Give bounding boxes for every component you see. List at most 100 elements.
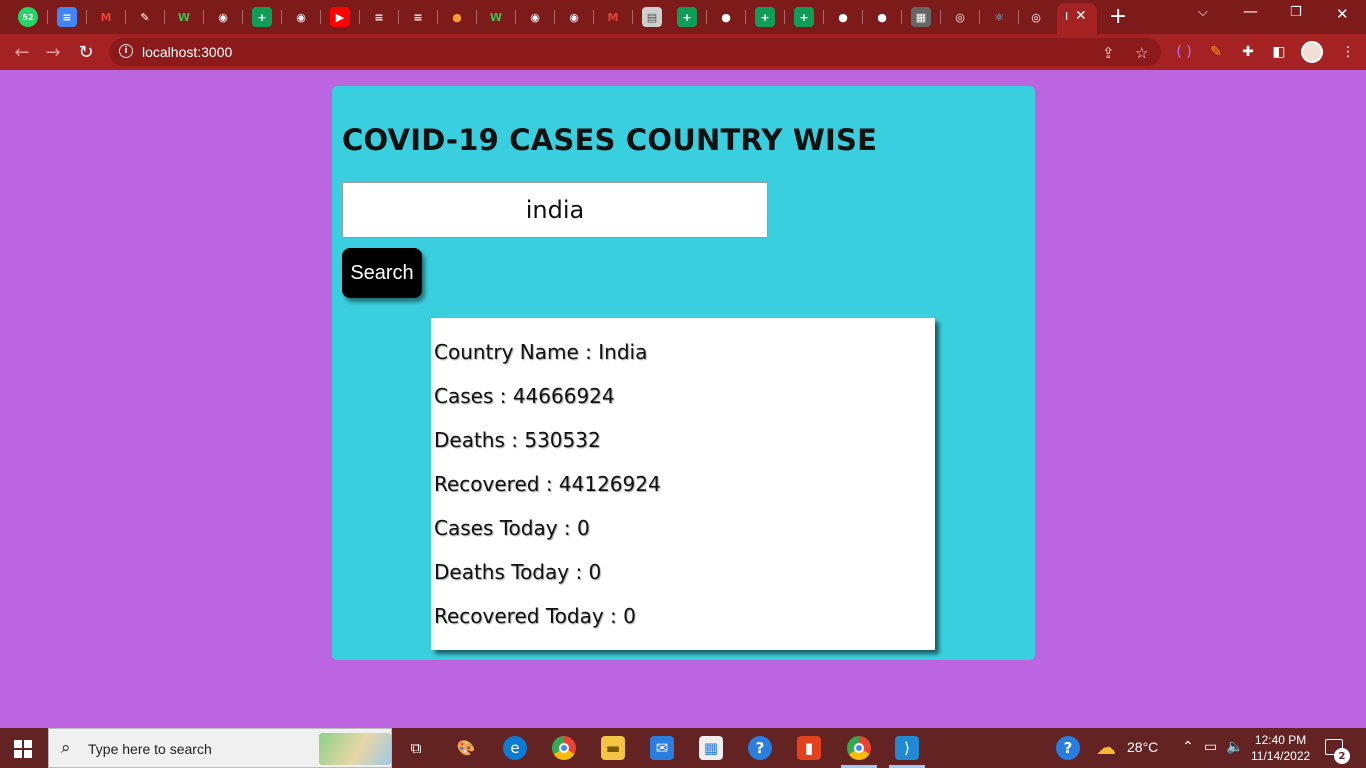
- bars-icon[interactable]: ≡: [369, 7, 389, 27]
- youtube-icon[interactable]: ▶: [330, 7, 350, 27]
- result-cases: Cases : 44666924: [434, 384, 615, 408]
- mail-icon[interactable]: ✉: [650, 736, 674, 760]
- clock-time: 12:40 PM: [1254, 733, 1307, 747]
- tab-separator: [979, 10, 980, 24]
- volume-icon[interactable]: 🔈: [1226, 739, 1243, 755]
- result-recovered: Recovered : 44126924: [434, 472, 661, 496]
- search-highlight-illustration: [319, 733, 391, 765]
- vscode-icon[interactable]: ⟩: [895, 736, 919, 760]
- whatsapp-icon[interactable]: 52: [18, 7, 38, 27]
- search-icon: ⌕: [61, 738, 71, 758]
- sheets-icon[interactable]: +: [794, 7, 814, 27]
- tab-separator: [745, 10, 746, 24]
- tab-separator: [1018, 10, 1019, 24]
- active-tab-label: I: [1065, 10, 1069, 23]
- reload-icon[interactable]: ↻: [74, 40, 98, 64]
- tab-search-icon[interactable]: ⌵: [1198, 5, 1208, 20]
- weather-temperature[interactable]: 28°C: [1127, 739, 1158, 755]
- sheets-icon[interactable]: +: [252, 7, 272, 27]
- tab-separator: [164, 10, 165, 24]
- battery-icon[interactable]: ▭: [1204, 739, 1217, 755]
- clock-date: 11/14/2022: [1251, 749, 1311, 763]
- menu-dots-icon[interactable]: ⋮: [1339, 43, 1357, 61]
- result-recovered-today: Recovered Today : 0: [434, 604, 636, 628]
- show-hidden-icons-chevron-icon[interactable]: ⌃: [1182, 739, 1194, 755]
- taskbar-search-placeholder: Type here to search: [88, 741, 212, 757]
- gmail-icon[interactable]: M: [96, 7, 116, 27]
- react-icon[interactable]: ⚛: [989, 7, 1009, 27]
- extension-bracket-icon[interactable]: ( ): [1175, 43, 1193, 61]
- extensions-puzzle-icon[interactable]: ✚: [1239, 43, 1257, 61]
- office-icon[interactable]: ▮: [797, 736, 821, 760]
- chip-icon[interactable]: ▦: [911, 7, 931, 27]
- tab-separator: [320, 10, 321, 24]
- gmail-icon[interactable]: M: [603, 7, 623, 27]
- fire-icon[interactable]: ●: [447, 7, 467, 27]
- results-panel: Country Name : India Cases : 44666924 De…: [431, 318, 935, 650]
- search-button[interactable]: Search: [342, 248, 422, 298]
- active-tab[interactable]: I ✕: [1057, 3, 1097, 34]
- sheets-icon[interactable]: +: [755, 7, 775, 27]
- doc-icon[interactable]: ▤: [642, 7, 662, 27]
- w-icon[interactable]: W: [486, 7, 506, 27]
- forward-icon[interactable]: →: [41, 40, 65, 64]
- tab-strip: 52 ≡ M ✎ W ◉ + ◉ ▶ ≡ ≡ ● W ◉ ◉ M ▤ + ● +…: [0, 0, 1366, 34]
- taskbar-clock[interactable]: 12:40 PM 11/14/2022: [1251, 732, 1310, 764]
- github-icon[interactable]: ●: [716, 7, 736, 27]
- tab-separator: [706, 10, 707, 24]
- help-icon[interactable]: ?: [748, 736, 772, 760]
- color-picker-icon[interactable]: ✎: [1207, 43, 1225, 61]
- tab-separator: [281, 10, 282, 24]
- pen-icon[interactable]: ✎: [135, 7, 155, 27]
- globe-icon[interactable]: ◉: [291, 7, 311, 27]
- notification-count-badge: 2: [1334, 748, 1350, 764]
- edge-icon[interactable]: e: [503, 736, 527, 760]
- w-icon[interactable]: W: [174, 7, 194, 27]
- docs-icon[interactable]: ≡: [57, 7, 77, 27]
- file-explorer-icon[interactable]: ▬: [601, 736, 625, 760]
- share-icon[interactable]: ⇪: [1102, 44, 1115, 62]
- tab-separator: [554, 10, 555, 24]
- tab-separator: [476, 10, 477, 24]
- tab-separator: [203, 10, 204, 24]
- new-tab-button[interactable]: +: [1109, 4, 1127, 29]
- side-panel-icon[interactable]: ◧: [1270, 43, 1288, 61]
- task-view-icon[interactable]: ⧉: [404, 736, 428, 760]
- back-icon[interactable]: ←: [10, 40, 34, 64]
- store-icon[interactable]: ▦: [699, 736, 723, 760]
- globe-icon[interactable]: ◉: [525, 7, 545, 27]
- covid-card: COVID-19 CASES COUNTRY WISE Search Count…: [332, 86, 1035, 660]
- bookmark-star-icon[interactable]: ☆: [1135, 44, 1148, 62]
- globe-icon[interactable]: ◉: [213, 7, 233, 27]
- result-cases-today: Cases Today : 0: [434, 516, 590, 540]
- windows-start-icon[interactable]: [14, 740, 32, 758]
- tab-separator: [47, 10, 48, 24]
- close-tab-icon[interactable]: ✕: [1075, 8, 1087, 24]
- address-bar-url[interactable]: localhost:3000: [142, 44, 232, 60]
- tab-separator: [632, 10, 633, 24]
- help-tray-icon[interactable]: ?: [1056, 736, 1080, 760]
- sheets-icon[interactable]: +: [677, 7, 697, 27]
- chrome-icon[interactable]: ◎: [950, 7, 970, 27]
- tab-separator: [86, 10, 87, 24]
- weather-icon[interactable]: ☁: [1096, 735, 1116, 759]
- github-icon[interactable]: ●: [833, 7, 853, 27]
- taskbar-search-box[interactable]: ⌕ Type here to search: [48, 728, 392, 768]
- paint-icon[interactable]: 🎨: [454, 736, 478, 760]
- chrome-icon[interactable]: [552, 736, 576, 760]
- bars-icon[interactable]: ≡: [408, 7, 428, 27]
- tab-separator: [901, 10, 902, 24]
- chrome-icon[interactable]: ◎: [1026, 7, 1046, 27]
- restore-button[interactable]: ❐: [1290, 5, 1302, 20]
- country-search-input[interactable]: [342, 182, 768, 238]
- profile-avatar[interactable]: [1301, 41, 1323, 63]
- browser-toolbar: ← → ↻ i localhost:3000 ⇪ ☆ ( ) ✎ ✚ ◧ ⋮: [0, 34, 1366, 70]
- address-bar[interactable]: i localhost:3000 ⇪ ☆: [109, 38, 1161, 66]
- minimize-button[interactable]: —: [1243, 2, 1258, 20]
- globe-icon[interactable]: ◉: [564, 7, 584, 27]
- close-window-button[interactable]: ✕: [1336, 5, 1349, 23]
- site-info-icon[interactable]: i: [119, 44, 133, 58]
- tab-separator: [784, 10, 785, 24]
- github-icon[interactable]: ●: [872, 7, 892, 27]
- chrome-icon[interactable]: [847, 736, 871, 760]
